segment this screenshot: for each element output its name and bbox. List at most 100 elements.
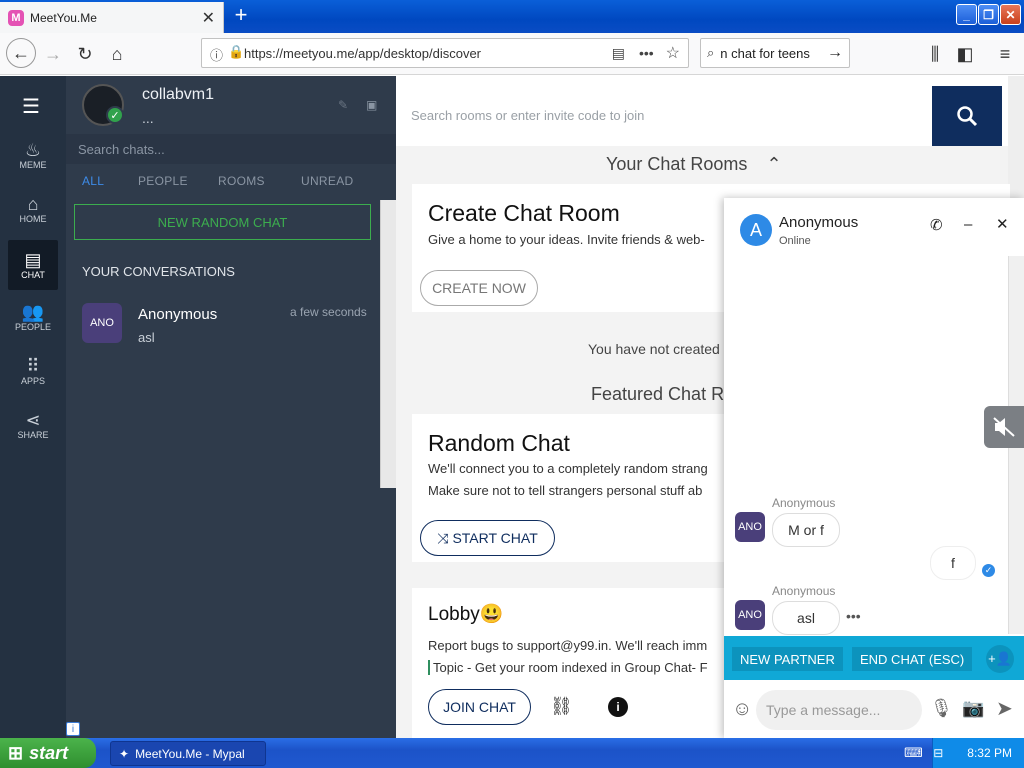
create-now-button[interactable]: CREATE NOW: [420, 270, 538, 306]
send-icon[interactable]: ➤: [996, 696, 1013, 721]
sidebar-toggle-icon[interactable]: ◧: [952, 41, 978, 67]
conversations-scrollbar[interactable]: [380, 200, 396, 488]
meetyou-favicon-icon: M: [8, 9, 24, 26]
start-chat-button[interactable]: ⤨ START CHAT: [420, 520, 555, 556]
restore-window-button[interactable]: ❐: [978, 4, 999, 25]
filter-tab-unread[interactable]: UNREAD: [301, 174, 353, 188]
mute-sound-button[interactable]: [984, 406, 1024, 448]
add-friend-icon[interactable]: +👤: [986, 645, 1014, 673]
new-random-chat-button[interactable]: NEW RANDOM CHAT: [74, 204, 371, 240]
search-bar-text[interactable]: n chat for teens: [720, 46, 827, 61]
url-text[interactable]: https://meetyou.me/app/desktop/discover: [244, 46, 612, 61]
your-chat-rooms-heading[interactable]: Your Chat Rooms ⌃: [606, 154, 782, 175]
apps-icon: ⠿: [26, 356, 40, 376]
forward-button[interactable]: →: [40, 41, 66, 67]
reload-button[interactable]: ↻: [72, 41, 98, 67]
back-button[interactable]: ←: [6, 38, 36, 68]
random-chat-subtitle-1: We'll connect you to a completely random…: [428, 461, 708, 476]
keyboard-icon[interactable]: ⌨: [904, 745, 923, 761]
end-chat-button[interactable]: END CHAT (ESC): [852, 647, 973, 671]
join-chat-button[interactable]: JOIN CHAT: [428, 689, 531, 725]
reader-view-icon[interactable]: ▤: [612, 45, 625, 62]
filter-tab-all[interactable]: ALL: [82, 174, 104, 188]
more-options-icon[interactable]: •••: [846, 608, 861, 624]
close-chat-icon[interactable]: ✕: [996, 215, 1009, 233]
rail-item-share[interactable]: ⋖ SHARE: [0, 400, 66, 450]
bookmark-star-icon[interactable]: ☆: [666, 43, 680, 63]
room-search-button[interactable]: [932, 86, 1002, 146]
new-partner-button[interactable]: NEW PARTNER: [732, 647, 843, 671]
browser-nav-bar: ← → ↻ ⌂ ⓘ 🔒 https://meetyou.me/app/deskt…: [0, 33, 1024, 75]
browser-tab[interactable]: M MeetYou.Me ✕: [0, 2, 224, 33]
filter-tab-rooms[interactable]: ROOMS: [218, 174, 265, 188]
rail-item-chat[interactable]: ▤ CHAT: [8, 240, 58, 290]
conversations-panel: ✓ collabvm1 ... ✎ ▣ Search chats... ALL …: [66, 76, 396, 738]
home-icon: ⌂: [27, 194, 39, 214]
lobby-subtitle: Report bugs to support@y99.in. We'll rea…: [428, 638, 708, 653]
close-window-button[interactable]: ✕: [1000, 4, 1021, 25]
featured-rooms-heading: Featured Chat Ro: [591, 384, 735, 404]
chevron-up-icon[interactable]: ⌃: [766, 154, 781, 174]
minimize-chat-icon[interactable]: –: [964, 216, 972, 233]
rail-item-home[interactable]: ⌂ HOME: [0, 184, 66, 234]
url-bar[interactable]: ⓘ 🔒 https://meetyou.me/app/desktop/disco…: [201, 38, 689, 68]
rail-label: HOME: [19, 214, 47, 224]
search-chats-input[interactable]: Search chats...: [66, 134, 396, 164]
conversation-avatar[interactable]: ANO: [82, 303, 122, 343]
my-status[interactable]: ...: [142, 110, 154, 126]
people-icon: 👥: [21, 302, 45, 322]
new-tab-button[interactable]: +: [230, 4, 252, 28]
partner-avatar: A: [740, 214, 772, 246]
shuffle-icon: ⤨: [437, 529, 449, 546]
camera-icon[interactable]: 📷: [962, 698, 984, 719]
compose-icon[interactable]: ▣: [366, 98, 377, 112]
partner-status: Online: [779, 235, 811, 247]
partner-name: Anonymous: [779, 214, 859, 231]
link-icon[interactable]: ⛓: [550, 696, 573, 717]
room-search-input[interactable]: Search rooms or enter invite code to joi…: [396, 86, 932, 146]
search-bar[interactable]: ⌕ n chat for teens →: [700, 38, 850, 68]
tab-close-icon[interactable]: ✕: [202, 8, 215, 28]
speaker-muted-icon: [993, 417, 1015, 437]
info-icon[interactable]: i: [608, 697, 628, 717]
windows-logo-icon: ⊞: [8, 742, 24, 763]
conversation-name[interactable]: Anonymous: [138, 306, 217, 323]
edit-status-icon[interactable]: ✎: [338, 98, 348, 112]
start-button[interactable]: ⊞ start: [0, 738, 96, 768]
hamburger-menu-icon[interactable]: ☰: [22, 94, 40, 119]
filter-tab-people[interactable]: PEOPLE: [138, 174, 188, 188]
lock-warning-icon[interactable]: 🔒: [228, 44, 244, 60]
system-tray: ⊟ 8:32 PM: [932, 738, 1024, 768]
chat-icon: ▤: [24, 250, 42, 270]
menu-icon[interactable]: ≡: [992, 41, 1018, 67]
taskbar-item-browser[interactable]: ✦ MeetYou.Me - Mypal: [110, 741, 266, 766]
emoji-icon[interactable]: ☺: [732, 698, 752, 721]
library-icon[interactable]: ⫼: [922, 41, 948, 67]
info-badge-icon[interactable]: i: [66, 722, 80, 736]
message-avatar: ANO: [735, 512, 765, 542]
rail-label: SHARE: [17, 430, 49, 440]
rail-item-meme[interactable]: ♨ MEME: [0, 130, 66, 180]
clock[interactable]: 8:32 PM: [967, 746, 1012, 760]
flame-icon: ♨: [24, 140, 42, 160]
network-icon[interactable]: ⊟: [933, 746, 943, 760]
rail-label: MEME: [19, 160, 47, 170]
start-chat-label: START CHAT: [452, 530, 538, 546]
rail-item-people[interactable]: 👥 PEOPLE: [0, 292, 66, 342]
app-nav-rail: ☰ ♨ MEME ⌂ HOME ▤ CHAT 👥 PEOPLE ⠿ APPS ⋖…: [0, 76, 66, 738]
search-icon: ⌕: [707, 45, 715, 60]
my-username: collabvm1: [142, 86, 215, 103]
message-input[interactable]: Type a message...: [756, 690, 922, 730]
search-go-icon[interactable]: →: [827, 44, 843, 62]
lobby-topic: Topic - Get your room indexed in Group C…: [428, 660, 708, 675]
message-bubble: M or f: [772, 513, 840, 547]
phone-icon[interactable]: ✆: [930, 216, 943, 234]
rail-label: APPS: [20, 376, 45, 386]
home-button[interactable]: ⌂: [104, 41, 130, 67]
minimize-window-button[interactable]: _: [956, 4, 977, 25]
info-icon[interactable]: ⓘ: [210, 45, 223, 64]
rail-item-apps[interactable]: ⠿ APPS: [0, 346, 66, 396]
conversation-last-message[interactable]: asl: [138, 330, 155, 345]
microphone-icon[interactable]: 🎙: [930, 698, 953, 719]
page-actions-icon[interactable]: •••: [639, 45, 654, 61]
